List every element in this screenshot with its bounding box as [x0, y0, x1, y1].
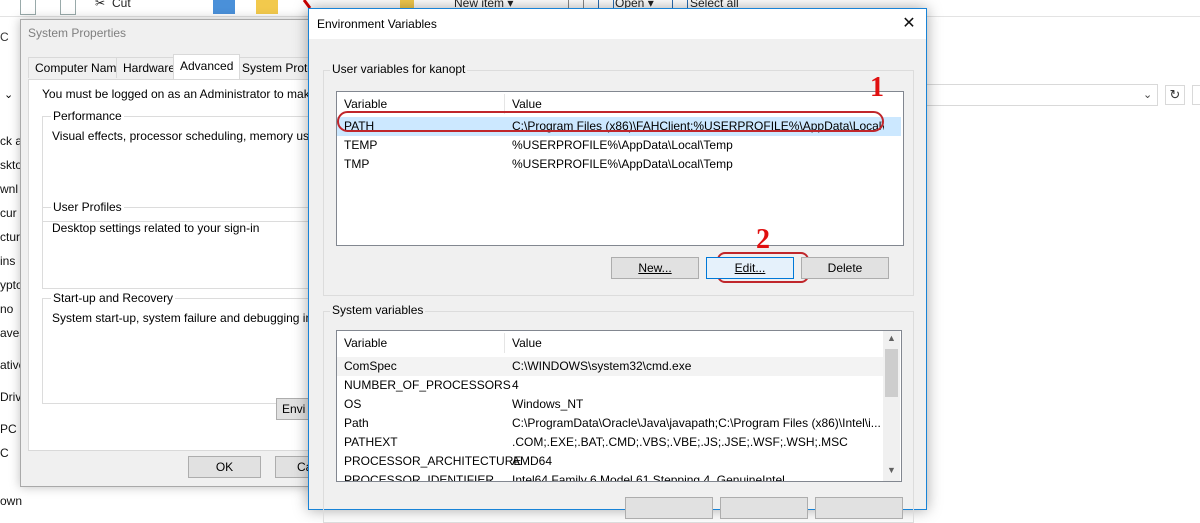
- chevron-down-icon[interactable]: ⌄: [1143, 88, 1152, 101]
- table-row[interactable]: NUMBER_OF_PROCESSORS 4: [337, 376, 883, 395]
- nav-item[interactable]: ative: [0, 358, 22, 372]
- variable-name: Path: [344, 416, 369, 430]
- variable-name: PROCESSOR_IDENTIFIER: [344, 473, 495, 482]
- startup-recovery-group: Start-up and Recovery System start-up, s…: [42, 291, 349, 404]
- cut-button[interactable]: Cut: [112, 0, 131, 10]
- nav-item[interactable]: wnl: [0, 182, 22, 196]
- variable-name: NUMBER_OF_PROCESSORS: [344, 378, 511, 392]
- variable-name: TMP: [344, 157, 370, 171]
- delete-system-variable-button[interactable]: [815, 497, 903, 519]
- tab-computer-name[interactable]: Computer Name: [28, 57, 131, 78]
- nav-item[interactable]: ck a: [0, 134, 22, 148]
- table-row[interactable]: OS Windows_NT: [337, 395, 883, 414]
- variable-value: AMD64: [512, 454, 553, 468]
- variable-value: %USERPROFILE%\AppData\Local\Temp: [512, 157, 733, 171]
- scroll-up-icon[interactable]: ▲: [883, 333, 900, 347]
- move-to-icon[interactable]: [213, 0, 235, 14]
- new-system-variable-button[interactable]: [625, 497, 713, 519]
- variable-name: TEMP: [344, 138, 378, 152]
- group-description: Desktop settings related to your sign-in: [52, 221, 260, 235]
- title-bar: Environment Variables ✕: [309, 9, 926, 39]
- table-row[interactable]: PROCESSOR_ARCHITECTURE AMD64: [337, 452, 883, 471]
- nav-item[interactable]: aves: [0, 326, 22, 340]
- tab-page: You must be logged on as an Administrato…: [28, 79, 352, 451]
- table-row[interactable]: ComSpec C:\WINDOWS\system32\cmd.exe: [337, 357, 883, 376]
- vertical-scrollbar[interactable]: ▲ ▼: [883, 331, 900, 481]
- user-profiles-group: User Profiles Desktop settings related t…: [42, 200, 334, 289]
- tab-advanced[interactable]: Advanced: [173, 54, 241, 79]
- column-header-value[interactable]: Value: [512, 97, 542, 111]
- table-row[interactable]: TEMP %USERPROFILE%\AppData\Local\Temp: [337, 136, 901, 155]
- variable-name: OS: [344, 397, 362, 411]
- nav-item[interactable]: no: [0, 302, 22, 316]
- column-separator[interactable]: [504, 333, 505, 353]
- table-row[interactable]: Path C:\ProgramData\Oracle\Java\javapath…: [337, 414, 883, 433]
- group-title: Performance: [51, 109, 124, 123]
- nav-item[interactable]: skto: [0, 158, 22, 172]
- admin-note: You must be logged on as an Administrato…: [42, 87, 346, 101]
- group-description: System start-up, system failure and debu…: [52, 311, 349, 325]
- nav-item[interactable]: ctur: [0, 230, 22, 244]
- variable-value: Windows_NT: [512, 397, 584, 411]
- dialog-title: Environment Variables: [317, 17, 437, 31]
- variable-value: C:\ProgramData\Oracle\Java\javapath;C:\P…: [512, 416, 881, 430]
- group-title: Start-up and Recovery: [51, 291, 176, 305]
- button-label: New...: [638, 261, 672, 275]
- refresh-icon[interactable]: ↻: [1165, 85, 1185, 105]
- dialog-title: System Properties: [28, 26, 127, 40]
- nav-item[interactable]: ownloads: [0, 494, 22, 508]
- close-icon[interactable]: ✕: [897, 12, 921, 36]
- nav-item[interactable]: cur: [0, 206, 22, 220]
- nav-item[interactable]: PC: [0, 422, 22, 436]
- table-row[interactable]: PATHEXT .COM;.EXE;.BAT;.CMD;.VBS;.VBE;.J…: [337, 433, 883, 452]
- variable-value: .COM;.EXE;.BAT;.CMD;.VBS;.VBE;.JS;.JSE;.…: [512, 435, 848, 449]
- annotation-step-1: 1: [870, 72, 884, 103]
- variable-value: Intel64 Family 6 Model 61 Stepping 4, Ge…: [512, 473, 785, 482]
- table-row[interactable]: PROCESSOR_IDENTIFIER Intel64 Family 6 Mo…: [337, 471, 883, 482]
- environment-variables-dialog: Environment Variables ✕ User variables f…: [308, 8, 927, 523]
- variable-value: C:\WINDOWS\system32\cmd.exe: [512, 359, 692, 373]
- group-title: System variables: [330, 303, 426, 317]
- new-user-variable-button[interactable]: New...: [611, 257, 699, 279]
- edit-system-variable-button[interactable]: [720, 497, 808, 519]
- edit-user-variable-button[interactable]: Edit...: [706, 257, 794, 279]
- nav-item[interactable]: C: [0, 446, 22, 460]
- properties-icon[interactable]: [20, 0, 36, 15]
- table-row[interactable]: TMP %USERPROFILE%\AppData\Local\Temp: [337, 155, 901, 174]
- chevron-down-icon[interactable]: ⌄: [4, 88, 13, 101]
- navigation-pane: ⌄ ck a skto wnl cur ctur ins ypto no ave…: [0, 70, 22, 508]
- group-title: User variables for kanopt: [330, 62, 468, 76]
- group-title: User Profiles: [51, 200, 124, 214]
- variable-value: %USERPROFILE%\AppData\Local\Temp: [512, 138, 733, 152]
- variable-value: 4: [512, 378, 519, 392]
- delete-user-variable-button[interactable]: Delete: [801, 257, 889, 279]
- button-label: Edit...: [734, 261, 766, 275]
- search-box-edge[interactable]: [1192, 85, 1200, 105]
- copy-to-icon[interactable]: [256, 0, 278, 14]
- scrollbar-thumb[interactable]: [885, 349, 898, 397]
- forward-arrow-fragment[interactable]: C: [0, 30, 9, 44]
- scissors-icon[interactable]: ✂: [95, 0, 105, 10]
- address-bar-area: ⌄ ↻: [920, 84, 1200, 106]
- nav-item[interactable]: ypto: [0, 278, 22, 292]
- list-header: Variable Value: [337, 331, 901, 355]
- nav-item[interactable]: ins: [0, 254, 22, 268]
- scroll-down-icon[interactable]: ▼: [883, 465, 900, 479]
- ok-button[interactable]: OK: [188, 456, 261, 478]
- column-header-value[interactable]: Value: [512, 336, 542, 350]
- button-label: Delete: [827, 261, 863, 275]
- system-variables-group: System variables Variable Value ComSpec …: [323, 303, 914, 523]
- address-bar[interactable]: ⌄: [920, 84, 1158, 106]
- variable-name: PROCESSOR_ARCHITECTURE: [344, 454, 522, 468]
- column-header-variable[interactable]: Variable: [344, 97, 387, 111]
- system-properties-dialog: System Properties Computer Name Hardware…: [20, 19, 352, 487]
- nav-item[interactable]: Driv: [0, 390, 22, 404]
- column-header-variable[interactable]: Variable: [344, 336, 387, 350]
- computer-icon[interactable]: [60, 0, 76, 15]
- system-variables-list[interactable]: Variable Value ComSpec C:\WINDOWS\system…: [336, 330, 902, 482]
- highlight-oval-path-row: [337, 111, 884, 132]
- variable-name: ComSpec: [344, 359, 397, 373]
- variable-name: PATHEXT: [344, 435, 398, 449]
